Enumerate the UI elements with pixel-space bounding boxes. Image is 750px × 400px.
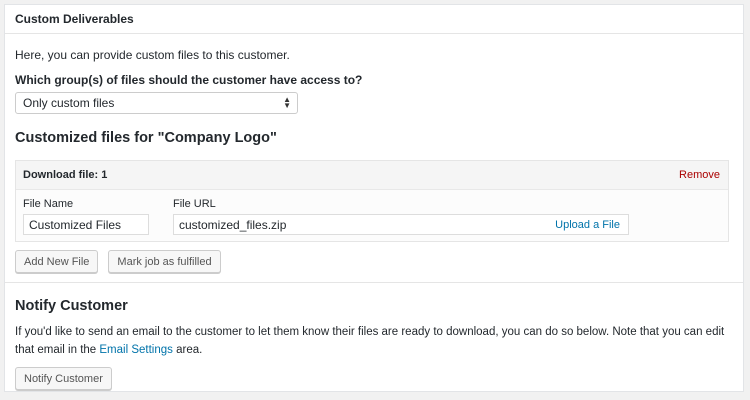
- download-file-box: Download file: 1 Remove File Name File U…: [15, 160, 729, 242]
- file-url-label: File URL: [173, 198, 216, 210]
- access-question: Which group(s) of files should the custo…: [15, 73, 363, 87]
- file-actions: Add New File Mark job as fulfilled: [15, 250, 733, 273]
- download-file-body: File Name File URL Customized Files cust…: [16, 190, 728, 241]
- notify-heading: Notify Customer: [15, 298, 128, 314]
- select-arrows-icon: ▲ ▼: [283, 95, 291, 110]
- file-url-value: customized_files.zip: [179, 217, 287, 232]
- file-name-value: Customized Files: [29, 217, 122, 232]
- access-group-selected: Only custom files: [23, 96, 115, 110]
- add-new-file-button[interactable]: Add New File: [15, 250, 99, 273]
- custom-deliverables-panel: Custom Deliverables Here, you can provid…: [4, 4, 744, 392]
- notify-description: If you'd like to send an email to the cu…: [15, 323, 730, 359]
- download-file-header: Download file: 1 Remove: [16, 161, 728, 190]
- download-file-label: Download file: 1: [23, 169, 108, 181]
- file-url-input[interactable]: customized_files.zip Upload a File: [173, 214, 629, 235]
- panel-title: Custom Deliverables: [5, 5, 743, 34]
- email-settings-link[interactable]: Email Settings: [99, 344, 173, 356]
- customized-files-heading: Customized files for "Company Logo": [15, 130, 277, 146]
- mark-fulfilled-button[interactable]: Mark job as fulfilled: [108, 250, 221, 273]
- file-name-input[interactable]: Customized Files: [23, 214, 149, 235]
- upload-file-link[interactable]: Upload a File: [555, 219, 620, 231]
- notify-text-after: area.: [172, 344, 203, 356]
- file-name-label: File Name: [23, 198, 74, 210]
- notify-customer-button[interactable]: Notify Customer: [15, 367, 112, 390]
- intro-text: Here, you can provide custom files to th…: [15, 48, 290, 62]
- access-group-select[interactable]: Only custom files ▲ ▼: [15, 92, 298, 114]
- section-divider: [5, 282, 743, 283]
- remove-link[interactable]: Remove: [679, 169, 720, 181]
